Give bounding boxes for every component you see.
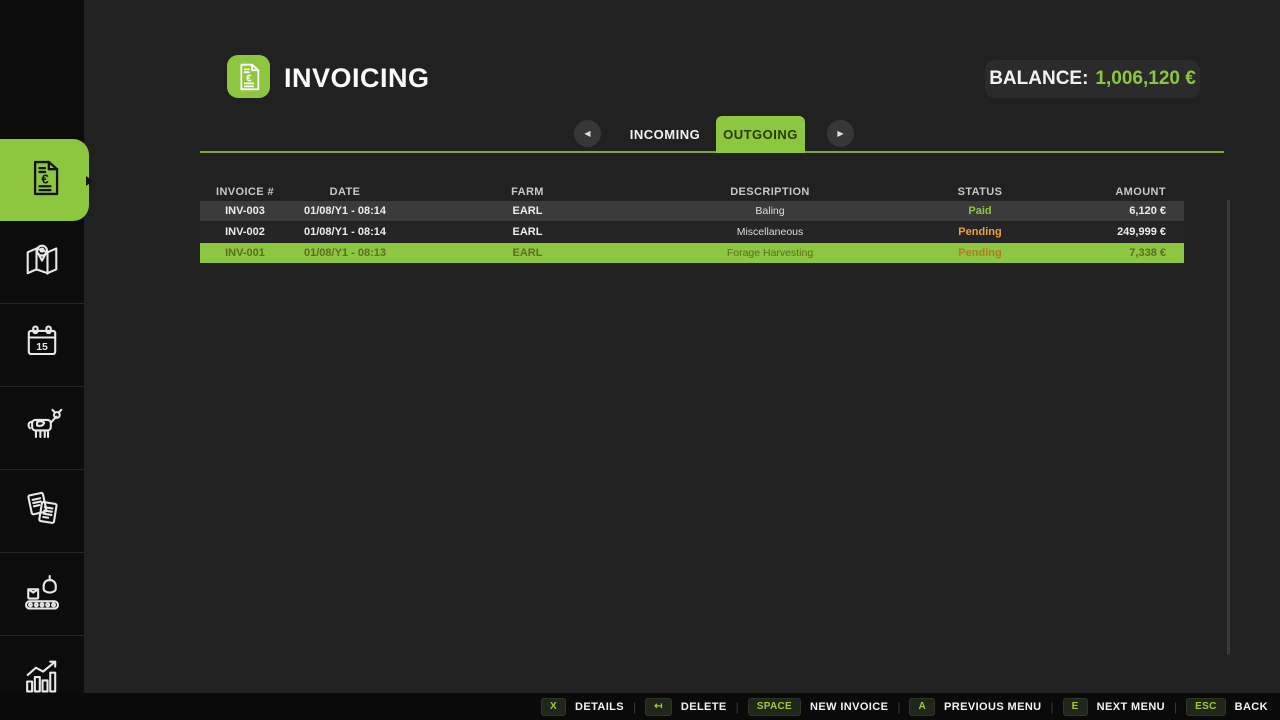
svg-text:15: 15 xyxy=(36,342,48,353)
sidebar-item-production[interactable] xyxy=(0,554,84,636)
cell-date: 01/08/Y1 - 08:14 xyxy=(290,205,400,217)
separator: | xyxy=(736,700,739,714)
cell-date: 01/08/Y1 - 08:14 xyxy=(290,226,400,238)
sidebar-item-invoicing[interactable]: € xyxy=(0,139,89,221)
shortcut-label: DELETE xyxy=(681,701,727,713)
column-header-farm: FARM xyxy=(400,186,655,198)
status-badge: Paid xyxy=(885,205,1075,217)
sidebar-item-animals[interactable] xyxy=(0,388,84,470)
shortcut-label: DETAILS xyxy=(575,701,624,713)
separator: | xyxy=(1174,700,1177,714)
cow-icon xyxy=(20,404,64,453)
table-row-selected[interactable]: INV-001 01/08/Y1 - 08:13 EARL Forage Har… xyxy=(200,243,1184,263)
balance-display: BALANCE: 1,006,120 € xyxy=(985,60,1200,98)
invoicing-screen: € xyxy=(0,0,1280,720)
table-row[interactable]: INV-002 01/08/Y1 - 08:14 EARL Miscellane… xyxy=(200,222,1184,242)
sidebar-item-map[interactable] xyxy=(0,222,84,304)
shortcut-new-invoice[interactable]: SPACE NEW INVOICE xyxy=(748,698,889,716)
key-backspace-icon: ↤ xyxy=(645,698,672,716)
balance-label: BALANCE: xyxy=(989,68,1088,90)
chevron-right-icon: ▶ xyxy=(837,129,843,138)
table-header-row: INVOICE # DATE FARM DESCRIPTION STATUS A… xyxy=(200,184,1184,200)
separator: | xyxy=(1051,700,1054,714)
shortcut-label: NEXT MENU xyxy=(1097,701,1165,713)
cell-description: Baling xyxy=(655,205,885,217)
column-header-description: DESCRIPTION xyxy=(655,186,885,198)
cell-amount: 249,999 € xyxy=(1075,226,1184,238)
documents-icon xyxy=(20,487,64,536)
status-badge: Pending xyxy=(885,226,1075,238)
cell-amount: 6,120 € xyxy=(1075,205,1184,217)
invoice-table: INVOICE # DATE FARM DESCRIPTION STATUS A… xyxy=(200,184,1184,264)
cell-invoice: INV-003 xyxy=(200,205,290,217)
shortcut-label: NEW INVOICE xyxy=(810,701,888,713)
chevron-left-icon: ◀ xyxy=(584,129,590,138)
column-header-amount: AMOUNT xyxy=(1075,186,1184,198)
cell-farm: EARL xyxy=(400,205,655,217)
cell-farm: EARL xyxy=(400,226,655,238)
sidebar: € xyxy=(0,0,84,720)
column-header-invoice: INVOICE # xyxy=(200,186,290,198)
column-header-status: STATUS xyxy=(885,186,1075,198)
map-icon xyxy=(20,238,64,287)
shortcut-back[interactable]: ESC BACK xyxy=(1186,698,1268,716)
shortcut-next-menu[interactable]: E NEXT MENU xyxy=(1063,698,1165,716)
shortcut-label: PREVIOUS MENU xyxy=(944,701,1042,713)
invoicing-title-icon: € xyxy=(227,55,270,98)
table-scrollbar[interactable] xyxy=(1227,200,1230,655)
selection-pointer-icon xyxy=(86,176,93,186)
cell-amount: 7,338 € xyxy=(1075,247,1184,259)
separator: | xyxy=(897,700,900,714)
shortcut-details[interactable]: X DETAILS xyxy=(541,698,624,716)
status-badge: Pending xyxy=(885,247,1075,259)
key-x: X xyxy=(541,698,566,716)
page-title: INVOICING xyxy=(284,63,430,94)
tab-underline xyxy=(200,151,1224,153)
invoice-euro-icon: € xyxy=(23,156,67,205)
balance-value: 1,006,120 € xyxy=(1095,68,1195,90)
tab-incoming[interactable]: INCOMING xyxy=(610,122,720,146)
shortcut-delete[interactable]: ↤ DELETE xyxy=(645,698,726,716)
table-row[interactable]: INV-003 01/08/Y1 - 08:14 EARL Baling Pai… xyxy=(200,201,1184,221)
tab-outgoing[interactable]: OUTGOING xyxy=(716,116,805,153)
cell-description: Forage Harvesting xyxy=(655,247,885,259)
production-icon xyxy=(20,570,64,619)
shortcut-label: BACK xyxy=(1235,701,1268,713)
cell-invoice: INV-001 xyxy=(200,247,290,259)
column-header-date: DATE xyxy=(290,186,400,198)
calendar-icon: 15 xyxy=(20,321,64,370)
cell-description: Miscellaneous xyxy=(655,226,885,238)
key-a: A xyxy=(909,698,935,716)
key-e: E xyxy=(1063,698,1088,716)
shortcut-previous-menu[interactable]: A PREVIOUS MENU xyxy=(909,698,1041,716)
sidebar-item-contracts[interactable] xyxy=(0,471,84,553)
tab-next-button[interactable]: ▶ xyxy=(827,120,854,147)
key-space: SPACE xyxy=(748,698,801,716)
svg-text:€: € xyxy=(246,73,252,84)
shortcut-bar: X DETAILS | ↤ DELETE | SPACE NEW INVOICE… xyxy=(0,693,1280,720)
svg-text:€: € xyxy=(41,171,49,186)
tab-prev-button[interactable]: ◀ xyxy=(574,120,601,147)
cell-farm: EARL xyxy=(400,247,655,259)
sidebar-item-calendar[interactable]: 15 xyxy=(0,305,84,387)
separator: | xyxy=(633,700,636,714)
cell-invoice: INV-002 xyxy=(200,226,290,238)
cell-date: 01/08/Y1 - 08:13 xyxy=(290,247,400,259)
key-esc: ESC xyxy=(1186,698,1225,716)
